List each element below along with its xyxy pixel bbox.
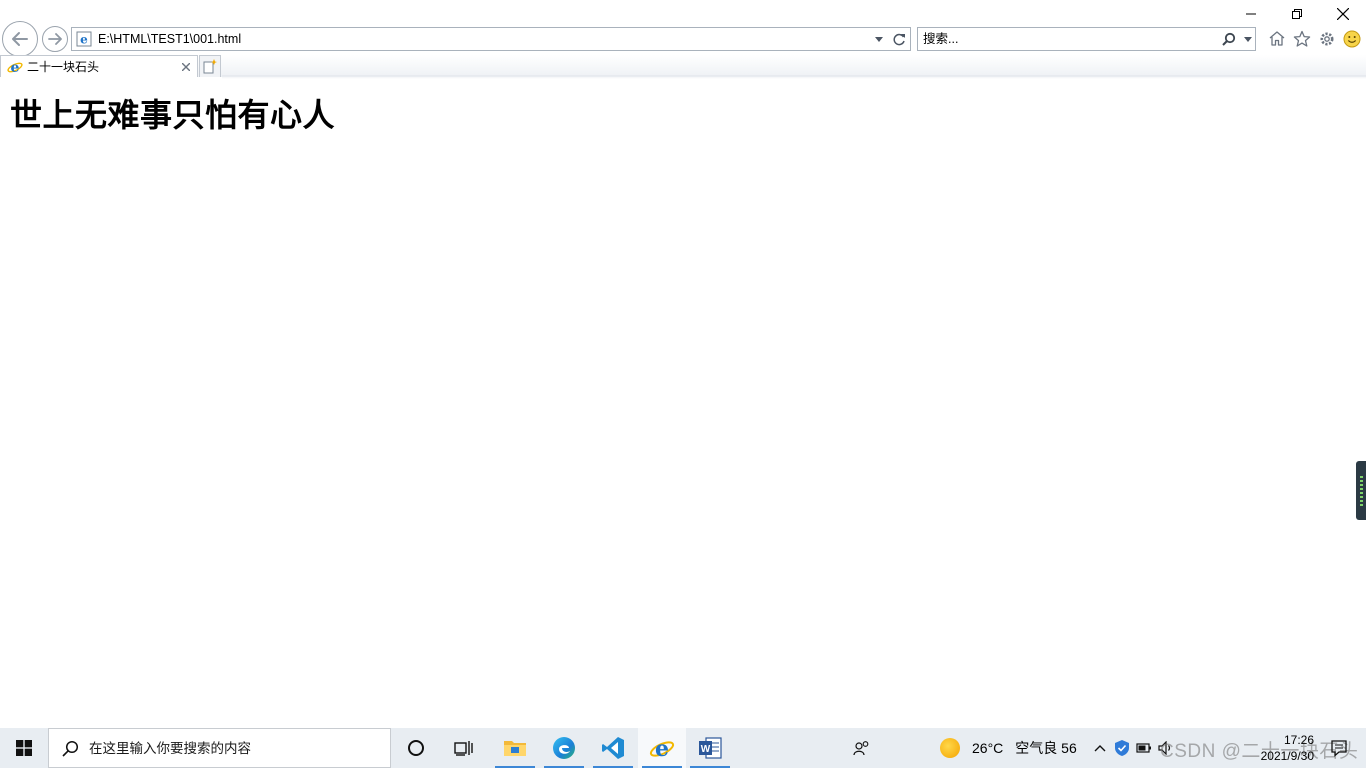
magnifier-icon [1222, 32, 1236, 46]
taskbar-word[interactable]: W [686, 728, 734, 768]
shield-icon [1115, 740, 1129, 756]
address-dropdown-button[interactable] [870, 36, 888, 42]
close-icon [1337, 8, 1349, 20]
tab-active[interactable]: e 二十一块石头 [0, 55, 198, 77]
sun-icon [940, 738, 960, 758]
edge-icon [553, 737, 575, 759]
svg-text:e: e [655, 736, 669, 760]
internet-explorer-icon: e [649, 736, 675, 760]
page-heading: 世上无难事只怕有心人 [10, 96, 336, 134]
taskbar-clock[interactable]: 17:26 2021/9/30 [1236, 732, 1314, 764]
security-tray-button[interactable] [1111, 728, 1133, 768]
weather-air-quality: 空气良 56 [1015, 740, 1077, 756]
refresh-button[interactable] [888, 33, 910, 46]
search-icon [61, 739, 79, 757]
favorites-button[interactable] [1291, 28, 1312, 49]
feedback-button[interactable] [1341, 28, 1362, 49]
clock-time: 17:26 [1283, 733, 1314, 747]
start-button[interactable] [0, 728, 48, 768]
taskbar-edge[interactable] [540, 728, 588, 768]
close-tab-button[interactable] [177, 58, 195, 76]
task-view-button[interactable] [440, 728, 488, 768]
action-center-button[interactable] [1322, 728, 1356, 768]
forward-arrow-icon [48, 33, 62, 45]
tab-row: e 二十一块石头 [0, 55, 1366, 79]
back-arrow-icon [12, 32, 28, 46]
new-tab-icon [203, 59, 217, 74]
page-favicon-icon: e [76, 31, 92, 47]
feedback-smiley-icon [1343, 30, 1360, 47]
task-view-icon [454, 741, 473, 756]
favorites-star-icon [1293, 30, 1310, 47]
people-icon [853, 741, 869, 756]
search-provider-dropdown[interactable] [1241, 36, 1255, 42]
address-url[interactable]: E:\HTML\TEST1\001.html [98, 32, 870, 46]
weather-widget[interactable]: 26°C 空气良 56 [940, 728, 1077, 768]
taskbar-search-input[interactable] [89, 740, 379, 756]
cortana-circle-icon [408, 740, 424, 756]
address-bar[interactable]: e E:\HTML\TEST1\001.html [71, 27, 911, 51]
svg-text:e: e [80, 33, 88, 47]
tab-title: 二十一块石头 [27, 60, 100, 74]
weather-temperature: 26°C [972, 740, 1004, 756]
back-button[interactable] [2, 21, 38, 57]
taskbar-internet-explorer[interactable]: e [638, 728, 686, 768]
chevron-down-icon [875, 36, 883, 42]
people-button[interactable] [838, 728, 886, 768]
browser-search-box[interactable] [917, 27, 1256, 51]
svg-text:e: e [11, 60, 20, 75]
forward-button[interactable] [42, 26, 68, 52]
browser-toolbar [1266, 28, 1362, 49]
refresh-icon [892, 33, 905, 45]
battery-icon [1136, 743, 1151, 753]
side-drag-handle[interactable] [1356, 461, 1366, 520]
chevron-up-icon [1094, 745, 1106, 752]
battery-tray-button[interactable] [1133, 728, 1155, 768]
settings-button[interactable] [1316, 28, 1337, 49]
taskbar: e W 26°C 空气良 56 CSDN @二十一块石头 17:26 2021/… [0, 728, 1366, 768]
taskbar-search[interactable] [48, 728, 391, 768]
svg-text:W: W [701, 744, 711, 755]
new-tab-button[interactable] [199, 55, 221, 77]
home-icon [1269, 31, 1284, 46]
minimize-icon [1246, 13, 1256, 15]
cortana-button[interactable] [392, 728, 440, 768]
vscode-icon [602, 737, 624, 759]
taskbar-vscode[interactable] [589, 728, 637, 768]
minimize-button[interactable] [1228, 0, 1274, 28]
chevron-down-icon [1244, 36, 1252, 42]
browser-search-input[interactable] [923, 29, 1217, 49]
home-button[interactable] [1266, 28, 1287, 49]
taskbar-file-explorer[interactable] [491, 728, 539, 768]
restore-button[interactable] [1274, 0, 1320, 28]
notification-icon [1331, 740, 1347, 757]
search-go-button[interactable] [1217, 32, 1241, 46]
show-hidden-icons-button[interactable] [1089, 728, 1111, 768]
restore-icon [1292, 9, 1302, 19]
close-icon [182, 62, 190, 71]
internet-explorer-icon: e [7, 59, 23, 75]
windows-logo-icon [16, 740, 32, 756]
settings-gear-icon [1320, 32, 1333, 45]
clock-date: 2021/9/30 [1260, 749, 1314, 763]
close-window-button[interactable] [1320, 0, 1366, 28]
word-icon: W [699, 737, 722, 759]
window-controls [1228, 0, 1366, 28]
file-explorer-icon [504, 741, 526, 756]
